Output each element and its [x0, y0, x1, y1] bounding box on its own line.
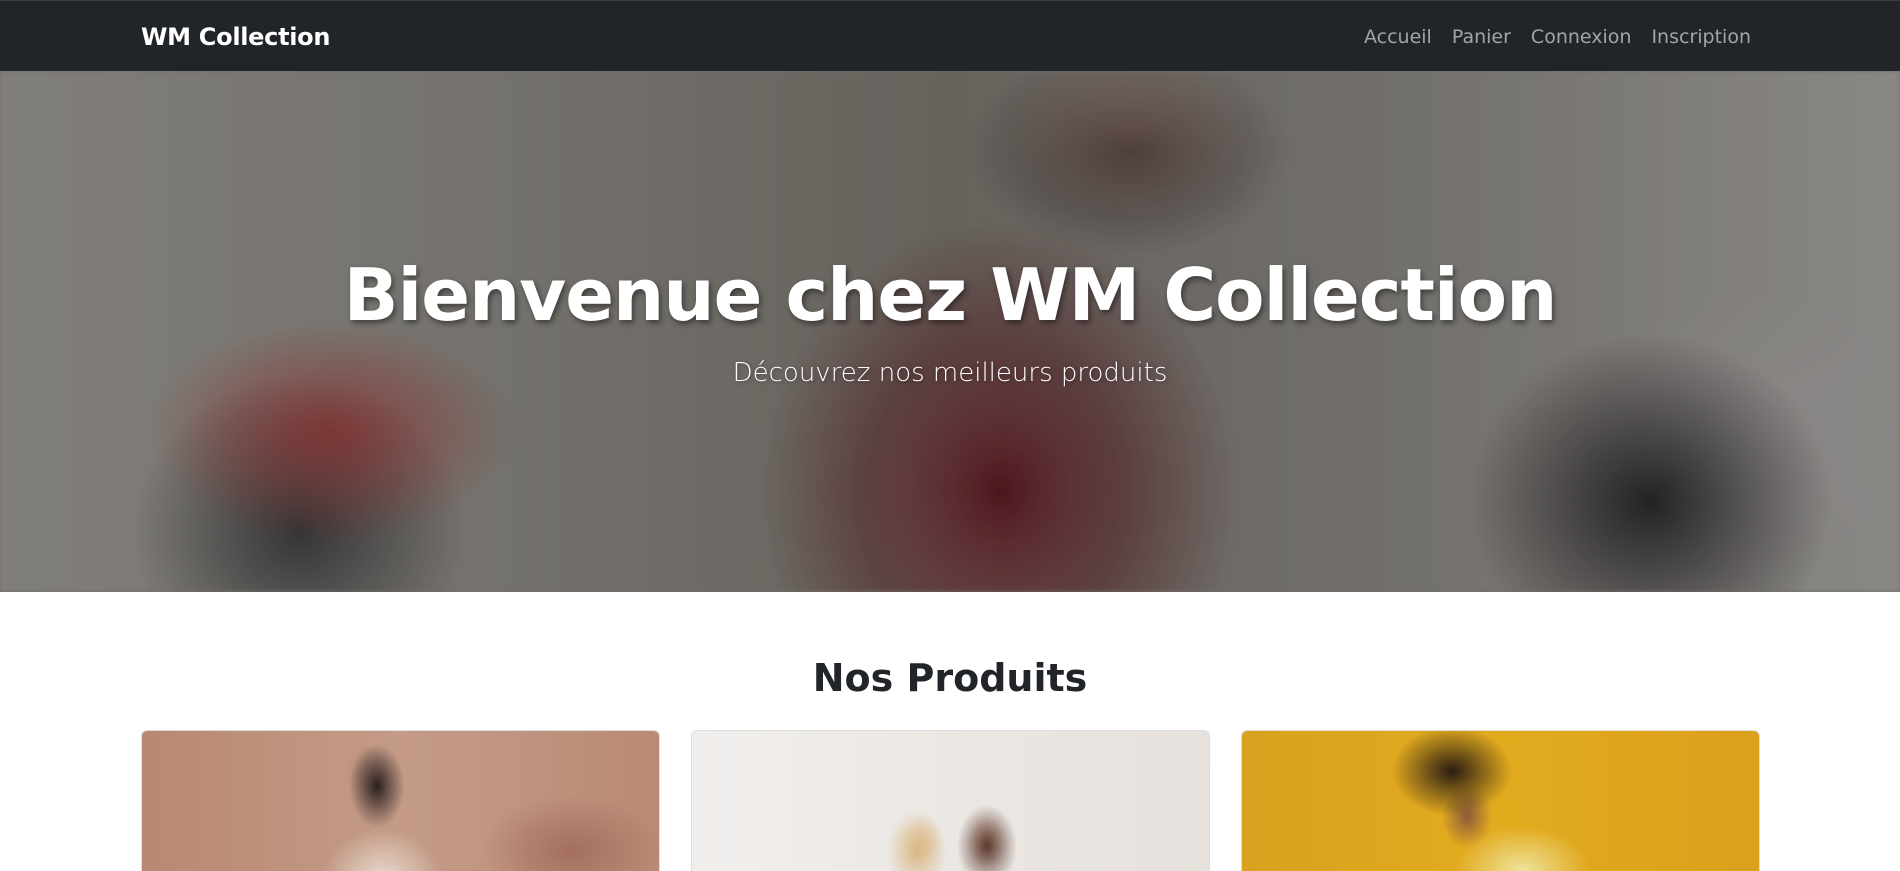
navbar: WM Collection Accueil Panier Connexion I…	[0, 0, 1900, 71]
product-image[interactable]	[142, 731, 659, 871]
product-image[interactable]	[1242, 731, 1759, 871]
product-card[interactable]	[141, 730, 660, 871]
nav-links: Accueil Panier Connexion Inscription	[1364, 23, 1751, 51]
brand-link[interactable]: WM Collection	[141, 21, 330, 53]
products-section-title: Nos Produits	[812, 656, 1088, 700]
nav-link-inscription[interactable]: Inscription	[1651, 23, 1751, 51]
nav-link-panier[interactable]: Panier	[1452, 23, 1511, 51]
product-image[interactable]	[692, 731, 1209, 871]
product-card[interactable]	[1241, 730, 1760, 871]
hero-title: Bienvenue chez WM Collection	[343, 253, 1558, 337]
nav-link-accueil[interactable]: Accueil	[1364, 23, 1432, 51]
nav-link-connexion[interactable]: Connexion	[1531, 23, 1632, 51]
hero-banner: Bienvenue chez WM Collection Découvrez n…	[0, 71, 1900, 592]
hero-subtitle: Découvrez nos meilleurs produits	[732, 358, 1168, 388]
product-card[interactable]	[691, 730, 1210, 871]
